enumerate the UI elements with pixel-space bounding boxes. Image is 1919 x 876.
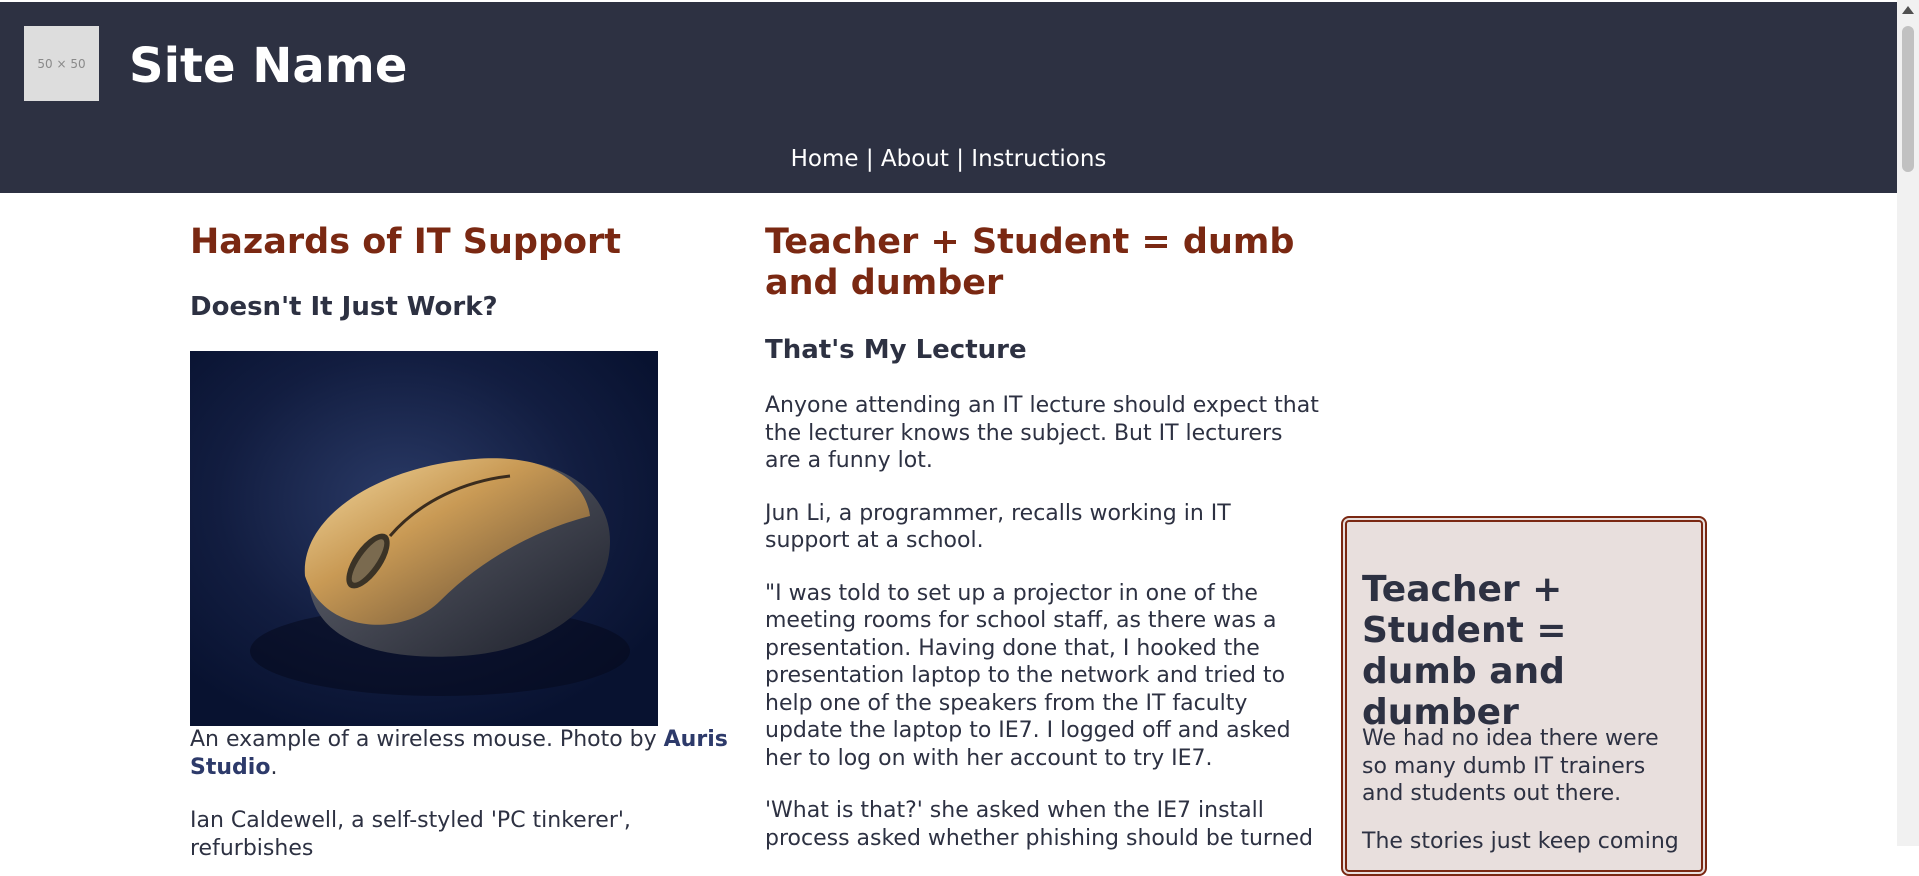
caption-text: An example of a wireless mouse. Photo by <box>190 727 664 752</box>
article-paragraph: Anyone attending an IT lecture should ex… <box>765 393 1319 473</box>
caption-end: . <box>270 754 278 780</box>
article-paragraph: 'What is that?' she asked when the IE7 i… <box>765 798 1314 851</box>
site-name[interactable]: Site Name <box>129 36 407 96</box>
sidebar-paragraph: The stories just keep coming <box>1362 829 1679 854</box>
mouse-image <box>190 351 658 726</box>
vertical-scrollbar[interactable] <box>1897 0 1919 846</box>
article-subtitle: That's My Lecture <box>765 335 1027 365</box>
main-nav: Home | About | Instructions <box>0 144 1897 174</box>
scroll-up-arrow-icon[interactable] <box>1902 6 1914 14</box>
sidebar-title: Teacher + Student = dumb and dumber <box>1362 569 1567 733</box>
sidebar-box: Teacher + Student = dumb and dumber We h… <box>1341 516 1707 876</box>
article-subtitle: Doesn't It Just Work? <box>190 292 498 322</box>
article-left: Hazards of IT Support Doesn't It Just Wo… <box>190 222 740 862</box>
sidebar-paragraph: We had no idea there were so many dumb I… <box>1362 726 1659 806</box>
nav-instructions-link[interactable]: Instructions <box>971 146 1106 172</box>
nav-separator: | <box>956 146 964 172</box>
article-title: Hazards of IT Support <box>190 222 622 262</box>
wireless-mouse-photo <box>190 351 658 726</box>
scrollbar-thumb[interactable] <box>1902 26 1914 172</box>
nav-separator: | <box>865 146 874 172</box>
site-logo[interactable]: 50 × 50 <box>24 26 99 101</box>
article-title: Teacher + Student = dumb and dumber <box>765 222 1295 303</box>
article-paragraph: Ian Caldewell, a self-styled 'PC tinkere… <box>190 808 631 861</box>
site-header: 50 × 50 Site Name Home | About | Instruc… <box>0 2 1897 193</box>
nav-home-link[interactable]: Home <box>791 146 859 172</box>
article-middle: Teacher + Student = dumb and dumber That… <box>765 222 1320 852</box>
nav-about-link[interactable]: About <box>881 146 949 172</box>
article-paragraph: Jun Li, a programmer, recalls working in… <box>765 500 1231 554</box>
photo-caption: An example of a wireless mouse. Photo by… <box>190 726 740 781</box>
article-paragraph: "I was told to set up a projector in one… <box>765 580 1291 771</box>
